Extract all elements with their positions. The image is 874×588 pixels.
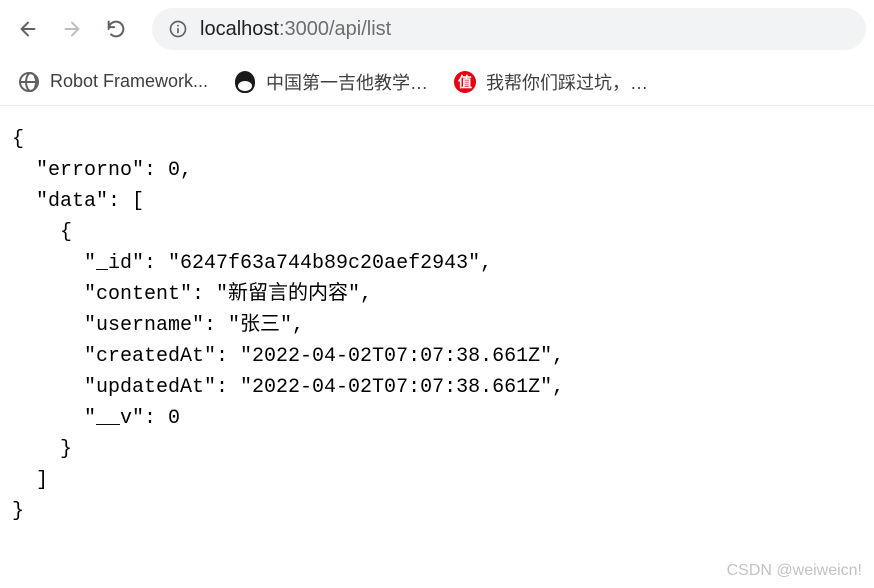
response-body: { "errorno": 0, "data": [ { "_id": "6247… bbox=[0, 106, 874, 545]
forward-button[interactable] bbox=[52, 9, 92, 49]
address-bar[interactable]: localhost:3000/api/list bbox=[152, 8, 866, 50]
watermark: CSDN @weiweicn! bbox=[727, 562, 862, 580]
url-path: :3000/api/list bbox=[279, 18, 391, 40]
arrow-left-icon bbox=[17, 18, 39, 40]
reload-icon bbox=[105, 18, 127, 40]
bookmark-label: 中国第一吉他教学… bbox=[266, 69, 428, 95]
bookmarks-bar: Robot Framework... 中国第一吉他教学… 值 我帮你们踩过坑，… bbox=[0, 58, 874, 106]
bookmark-item[interactable]: Robot Framework... bbox=[18, 71, 208, 93]
url-text: localhost:3000/api/list bbox=[200, 18, 391, 41]
bookmark-label: 我帮你们踩过坑，… bbox=[486, 69, 648, 95]
bookmark-item[interactable]: 值 我帮你们踩过坑，… bbox=[454, 69, 648, 95]
back-button[interactable] bbox=[8, 9, 48, 49]
url-host: localhost bbox=[200, 18, 279, 40]
penguin-icon bbox=[234, 71, 256, 93]
arrow-right-icon bbox=[61, 18, 83, 40]
globe-icon bbox=[18, 71, 40, 93]
bookmark-label: Robot Framework... bbox=[50, 71, 208, 92]
reload-button[interactable] bbox=[96, 9, 136, 49]
bookmark-item[interactable]: 中国第一吉他教学… bbox=[234, 69, 428, 95]
site-info-icon[interactable] bbox=[168, 19, 188, 39]
browser-toolbar: localhost:3000/api/list bbox=[0, 0, 874, 58]
zhi-icon: 值 bbox=[454, 71, 476, 93]
